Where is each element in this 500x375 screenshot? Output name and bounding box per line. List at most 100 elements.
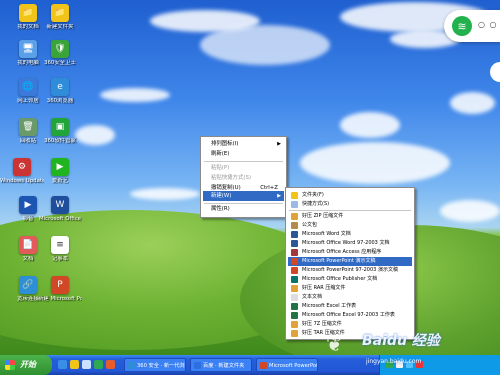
cloud (450, 92, 495, 114)
desktop-icon-label: 新建文件夹 (46, 24, 74, 30)
menu-separator (204, 161, 283, 162)
menu-item-new[interactable]: 新建(W) ▶ (203, 191, 284, 201)
submenu-item[interactable]: Microsoft Word 文档 (288, 230, 412, 239)
desktop-icon-label: 360安全卫士 (44, 60, 76, 66)
submenu-item[interactable]: 快捷方式(S) (288, 200, 412, 209)
file-type-icon (291, 258, 298, 265)
desktop-icon[interactable]: ▣ 360软件管家 (38, 118, 82, 145)
cloud (340, 112, 400, 138)
file-type-icon (291, 222, 298, 229)
desktop-app-icon: 📁 (19, 4, 37, 22)
taskbar-window-button[interactable]: 百度 · 新建文件夹 (190, 358, 252, 372)
taskbar-button-label: Microsoft PowerPoint (269, 363, 318, 369)
menu-item-label: 粘贴(P) (211, 165, 230, 171)
desktop-app-icon: P (51, 276, 69, 294)
desktop-app-icon: W (51, 196, 69, 214)
submenu-arrow-icon: ▶ (277, 141, 281, 147)
submenu-item[interactable]: Microsoft Office Access 应用程序 (288, 248, 412, 257)
menu-item-properties[interactable]: 属性(R) (203, 204, 284, 214)
submenu-item[interactable]: 文本文档 (288, 293, 412, 302)
submenu-item[interactable]: Microsoft Excel 工作表 (288, 302, 412, 311)
desktop-app-icon: 🖥 (19, 40, 37, 58)
menu-item-label: 新建(W) (211, 193, 232, 199)
desktop-app-icon: 🛡 (51, 40, 69, 58)
wifi-widget[interactable]: ≋ ○ ○ (444, 10, 500, 42)
submenu-item-label: Microsoft PowerPoint 97-2003 演示文稿 (302, 267, 398, 273)
desktop-icon-label: 记事本 (51, 256, 69, 262)
submenu-item-label: 好压 RAR 压缩文件 (302, 285, 346, 291)
submenu-item-label: Microsoft Office Publisher 文档 (302, 276, 378, 282)
window-app-icon (260, 362, 267, 369)
desktop-icon[interactable]: ≡ 记事本 (38, 236, 82, 263)
submenu-item[interactable]: 好压 ZIP 压缩文件 (288, 212, 412, 221)
taskbar-window-button[interactable]: 360 安全 · 新一代浏览 (124, 358, 186, 372)
taskbar-window-button[interactable]: Microsoft PowerPoint (256, 358, 318, 372)
desktop-icon-label: Microsoft Office (39, 216, 81, 222)
quicklaunch-360-icon[interactable] (94, 360, 103, 369)
submenu-item-label: Microsoft Word 文档 (302, 231, 351, 237)
submenu-item[interactable]: 好压 7Z 压缩文件 (288, 320, 412, 329)
file-type-icon (291, 192, 298, 199)
submenu-item-label: 好压 7Z 压缩文件 (302, 321, 342, 327)
menu-item-refresh[interactable]: 刷新(E) (203, 149, 284, 159)
file-type-icon (291, 267, 298, 274)
menu-item-label: 属性(R) (211, 206, 230, 212)
start-button[interactable]: 开始 (0, 355, 52, 375)
submenu-item[interactable]: 好压 RAR 压缩文件 (288, 284, 412, 293)
submenu-item[interactable]: 公文包 (288, 221, 412, 230)
desktop-icon[interactable]: e 360浏览器 (38, 78, 82, 105)
desktop-context-menu: 排列图标(I) ▶ 刷新(E) 粘贴(P) 粘贴快捷方式(S) 撤销复制(U) … (200, 136, 287, 218)
file-type-icon (291, 213, 298, 220)
desktop-icon[interactable]: 🛡 360安全卫士 (38, 40, 82, 67)
start-label: 开始 (20, 360, 36, 369)
file-type-icon (291, 231, 298, 238)
desktop-app-icon: ▣ (51, 118, 69, 136)
cloud (200, 25, 330, 65)
menu-item-paste[interactable]: 粘贴(P) (203, 163, 284, 173)
submenu-item-label: Microsoft PowerPoint 演示文稿 (302, 258, 376, 264)
file-type-icon (291, 249, 298, 256)
cloud (130, 188, 200, 200)
desktop-app-icon: ▶ (19, 196, 37, 214)
menu-item-arrange-icons[interactable]: 排列图标(I) ▶ (203, 139, 284, 149)
cloud (300, 142, 450, 184)
menu-item-label: 粘贴快捷方式(S) (211, 175, 251, 181)
quicklaunch-ie-icon[interactable] (58, 360, 67, 369)
file-type-icon (291, 201, 298, 208)
submenu-arrow-icon: ▶ (277, 193, 281, 199)
quicklaunch-folder-icon[interactable] (70, 360, 79, 369)
cloud (440, 200, 500, 222)
windows-logo-icon (5, 360, 15, 370)
desktop-icon[interactable]: P 新建 Microsoft PowerPoint 演示文稿 (38, 276, 82, 303)
desktop-icon[interactable]: 📁 新建文件夹 (38, 4, 82, 31)
menu-item-label: 刷新(E) (211, 151, 230, 157)
more-icon: ○ ○ (478, 20, 498, 29)
desktop-app-icon: e (51, 78, 69, 96)
desktop-icon[interactable]: ▶ 爱奇艺 (38, 158, 82, 185)
submenu-item-label: 好压 ZIP 压缩文件 (302, 213, 344, 219)
quicklaunch-desktop-icon[interactable] (82, 360, 91, 369)
desktop-icon-label: 爱奇艺 (51, 178, 69, 184)
submenu-item[interactable]: Microsoft PowerPoint 97-2003 演示文稿 (288, 266, 412, 275)
submenu-item[interactable]: 文件夹(F) (288, 191, 412, 200)
quicklaunch-app-icon[interactable] (106, 360, 115, 369)
desktop-app-icon: ⚙ (13, 158, 31, 176)
submenu-item-label: Microsoft Office Access 应用程序 (302, 249, 382, 255)
file-type-icon (291, 276, 298, 283)
submenu-item[interactable]: Microsoft Office Excel 97-2003 工作表 (288, 311, 412, 320)
submenu-item[interactable]: Microsoft Office Word 97-2003 文档 (288, 239, 412, 248)
submenu-item-label: 快捷方式(S) (302, 201, 330, 207)
taskbar-button-label: 百度 · 新建文件夹 (203, 363, 245, 369)
file-type-icon (291, 303, 298, 310)
new-submenu: 文件夹(F) 快捷方式(S) 好压 ZIP 压缩文件公文包 Microsoft Wor… (285, 187, 415, 340)
menu-separator (289, 210, 411, 211)
submenu-item[interactable]: Microsoft Office Publisher 文档 (288, 275, 412, 284)
window-app-icon (128, 362, 135, 369)
desktop-icon[interactable]: W Microsoft Office (38, 196, 82, 223)
file-type-icon (291, 240, 298, 247)
submenu-item[interactable]: Microsoft PowerPoint 演示文稿 (288, 257, 412, 266)
submenu-item-label: Microsoft Office Excel 97-2003 工作表 (302, 312, 395, 318)
menu-item-paste-shortcut[interactable]: 粘贴快捷方式(S) (203, 173, 284, 183)
watermark-text: Baidu 经验 (362, 333, 440, 349)
menu-item-label: 排列图标(I) (211, 141, 239, 147)
